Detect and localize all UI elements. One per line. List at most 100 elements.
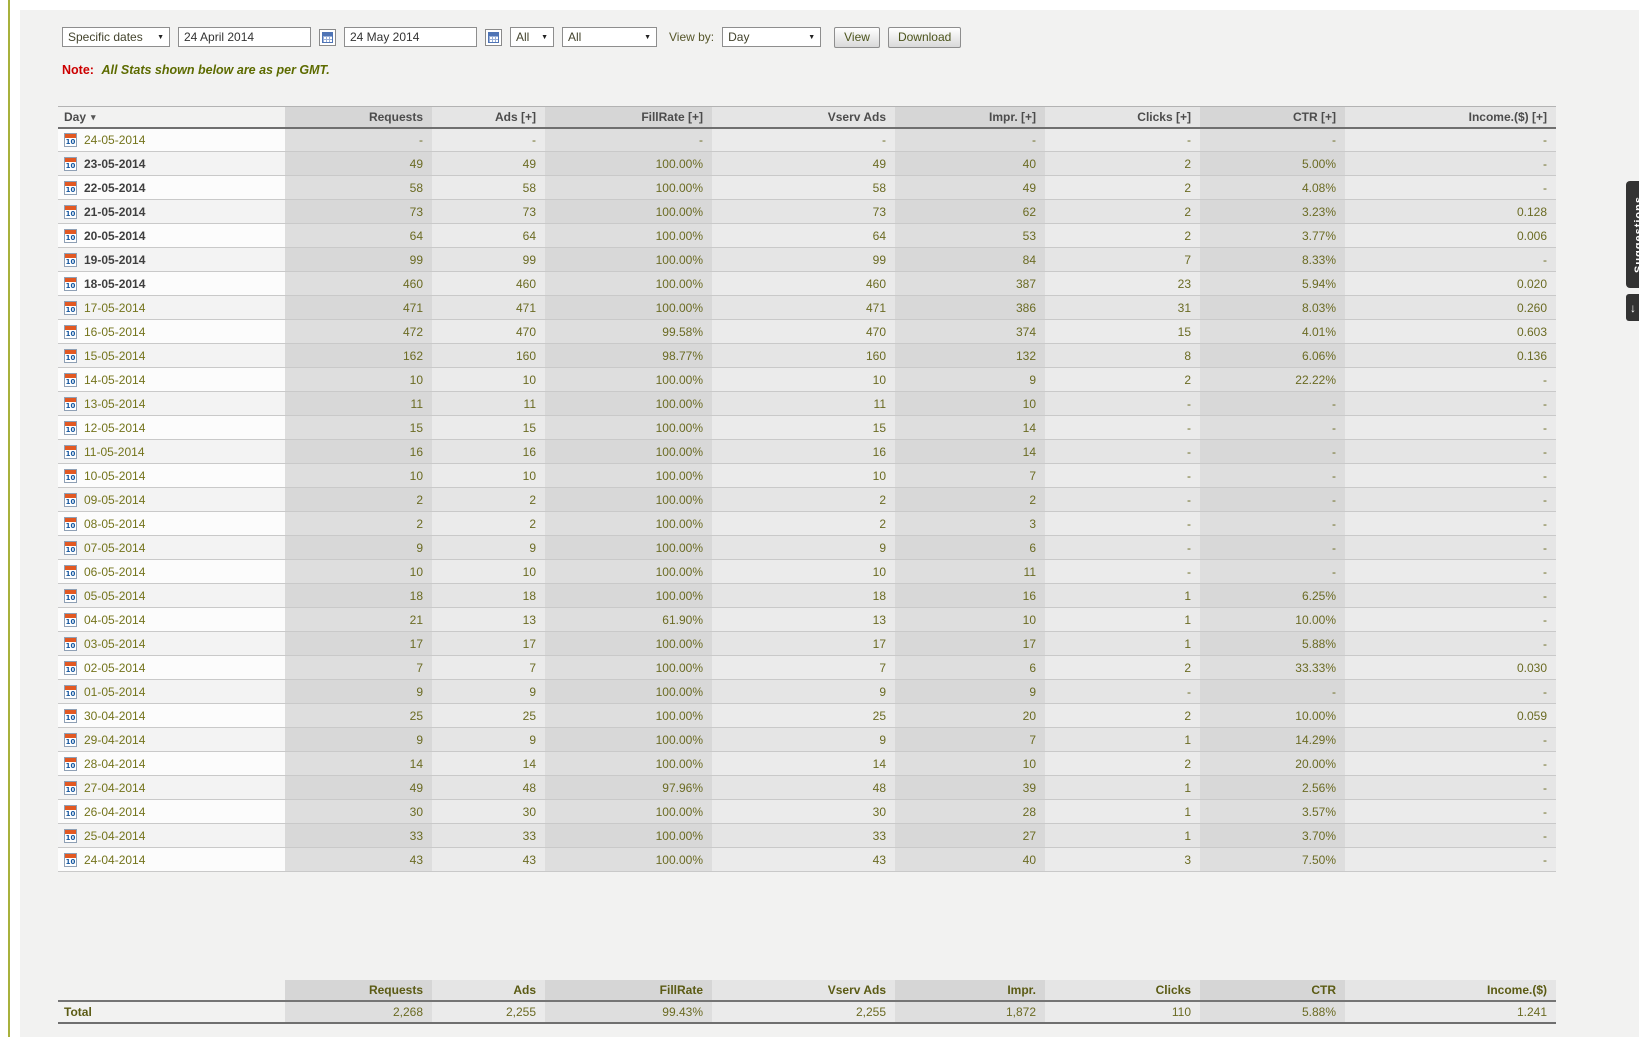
cell-fillrate: - (545, 128, 712, 152)
row-date-link[interactable]: 21-05-2014 (84, 205, 145, 219)
totals-table-header: RequestsAdsFillRateVserv AdsImpr.ClicksC… (58, 980, 1556, 1001)
row-date-link[interactable]: 03-05-2014 (84, 637, 145, 651)
column-header-day[interactable]: Day▾ (58, 107, 285, 128)
cell-fillrate: 100.00% (545, 728, 712, 752)
cell-fillrate: 100.00% (545, 464, 712, 488)
cell-income: - (1345, 608, 1556, 632)
row-date-link[interactable]: 24-04-2014 (84, 853, 145, 867)
cell-impr: 7 (895, 464, 1045, 488)
column-header-income[interactable]: Income.($) [+] (1345, 107, 1556, 128)
cell-ads: 58 (432, 176, 545, 200)
totals-column-header-ads: Ads (432, 980, 545, 1001)
row-date-link[interactable]: 04-05-2014 (84, 613, 145, 627)
row-date-link[interactable]: 09-05-2014 (84, 493, 145, 507)
cell-fillrate: 100.00% (545, 416, 712, 440)
feedback-tab-arrow[interactable]: ↓ (1626, 294, 1639, 321)
row-date-link[interactable]: 26-04-2014 (84, 805, 145, 819)
stats-table: Day▾RequestsAds [+]FillRate [+]Vserv Ads… (58, 106, 1556, 872)
cell-requests: 10 (285, 560, 432, 584)
end-date-calendar-button[interactable] (485, 29, 502, 46)
row-date-link[interactable]: 28-04-2014 (84, 757, 145, 771)
date-range-select[interactable]: Specific dates ▼ (62, 27, 170, 47)
column-header-ads[interactable]: Ads [+] (432, 107, 545, 128)
table-row: 1015-05-201416216098.77%16013286.06%0.13… (58, 344, 1556, 368)
view-button[interactable]: View (834, 27, 880, 48)
page-left-rule (8, 0, 10, 1037)
cell-impr: 16 (895, 584, 1045, 608)
cell-fillrate: 100.00% (545, 752, 712, 776)
row-date-link[interactable]: 22-05-2014 (84, 181, 145, 195)
column-header-vserv_ads[interactable]: Vserv Ads (712, 107, 895, 128)
column-header-impr[interactable]: Impr. [+] (895, 107, 1045, 128)
cell-ctr: 7.50% (1200, 848, 1345, 872)
calendar-icon: 10 (64, 637, 77, 651)
column-header-fillrate[interactable]: FillRate [+] (545, 107, 712, 128)
cell-impr: 17 (895, 632, 1045, 656)
cell-impr: 14 (895, 440, 1045, 464)
row-date-link[interactable]: 07-05-2014 (84, 541, 145, 555)
row-date-link[interactable]: 30-04-2014 (84, 709, 145, 723)
column-header-clicks[interactable]: Clicks [+] (1045, 107, 1200, 128)
feedback-tab[interactable]: Suggestions (1626, 181, 1639, 288)
download-button[interactable]: Download (888, 27, 961, 48)
row-date-link[interactable]: 12-05-2014 (84, 421, 145, 435)
row-date-link[interactable]: 08-05-2014 (84, 517, 145, 531)
cell-requests: 99 (285, 248, 432, 272)
column-header-ctr[interactable]: CTR [+] (1200, 107, 1345, 128)
table-row: 1014-05-20141010100.00%109222.22%- (58, 368, 1556, 392)
filter2-select[interactable]: All ▼ (562, 27, 657, 47)
start-date-calendar-button[interactable] (319, 29, 336, 46)
calendar-icon: 10 (64, 709, 77, 723)
row-date-link[interactable]: 24-05-2014 (84, 133, 145, 147)
cell-vserv_ads: 14 (712, 752, 895, 776)
cell-ctr: - (1200, 128, 1345, 152)
cell-impr: 27 (895, 824, 1045, 848)
calendar-icon-day: 10 (65, 162, 76, 170)
row-date-link[interactable]: 01-05-2014 (84, 685, 145, 699)
row-date-link[interactable]: 02-05-2014 (84, 661, 145, 675)
totals-row: Total2,2682,25599.43%2,2551,8721105.88%1… (58, 1001, 1556, 1023)
calendar-icon: 10 (64, 517, 77, 531)
view-by-select[interactable]: Day ▼ (722, 27, 821, 47)
row-date-link[interactable]: 10-05-2014 (84, 469, 145, 483)
end-date-input[interactable] (344, 27, 477, 47)
row-date-link[interactable]: 14-05-2014 (84, 373, 145, 387)
row-date-link[interactable]: 11-05-2014 (84, 445, 145, 459)
start-date-input[interactable] (178, 27, 311, 47)
row-date-link[interactable]: 17-05-2014 (84, 301, 145, 315)
table-row: 1008-05-201422100.00%23--- (58, 512, 1556, 536)
cell-ads: 9 (432, 680, 545, 704)
filter1-select[interactable]: All ▼ (510, 27, 554, 47)
cell-impr: 2 (895, 488, 1045, 512)
table-row: 1010-05-20141010100.00%107--- (58, 464, 1556, 488)
cell-ctr: 3.23% (1200, 200, 1345, 224)
calendar-icon: 10 (64, 781, 77, 795)
column-header-requests[interactable]: Requests (285, 107, 432, 128)
row-date-link[interactable]: 05-05-2014 (84, 589, 145, 603)
row-date-link[interactable]: 16-05-2014 (84, 325, 145, 339)
cell-vserv_ads: 160 (712, 344, 895, 368)
row-date-link[interactable]: 20-05-2014 (84, 229, 145, 243)
calendar-icon-day: 10 (65, 858, 76, 866)
row-date-link[interactable]: 27-04-2014 (84, 781, 145, 795)
cell-impr: 14 (895, 416, 1045, 440)
row-date-link[interactable]: 13-05-2014 (84, 397, 145, 411)
row-date-link[interactable]: 15-05-2014 (84, 349, 145, 363)
row-date-link[interactable]: 18-05-2014 (84, 277, 145, 291)
table-row: 1023-05-20144949100.00%494025.00%- (58, 152, 1556, 176)
cell-vserv_ads: 10 (712, 368, 895, 392)
calendar-icon: 10 (64, 421, 77, 435)
totals-column-header-ctr: CTR (1200, 980, 1345, 1001)
cell-ads: 11 (432, 392, 545, 416)
cell-income: - (1345, 536, 1556, 560)
row-date-link[interactable]: 06-05-2014 (84, 565, 145, 579)
cell-day: 1006-05-2014 (58, 560, 285, 584)
row-date-link[interactable]: 25-04-2014 (84, 829, 145, 843)
row-date-link[interactable]: 19-05-2014 (84, 253, 145, 267)
cell-ctr: - (1200, 488, 1345, 512)
cell-fillrate: 100.00% (545, 248, 712, 272)
cell-clicks: 2 (1045, 200, 1200, 224)
row-date-link[interactable]: 29-04-2014 (84, 733, 145, 747)
row-date-link[interactable]: 23-05-2014 (84, 157, 145, 171)
cell-clicks: 2 (1045, 752, 1200, 776)
